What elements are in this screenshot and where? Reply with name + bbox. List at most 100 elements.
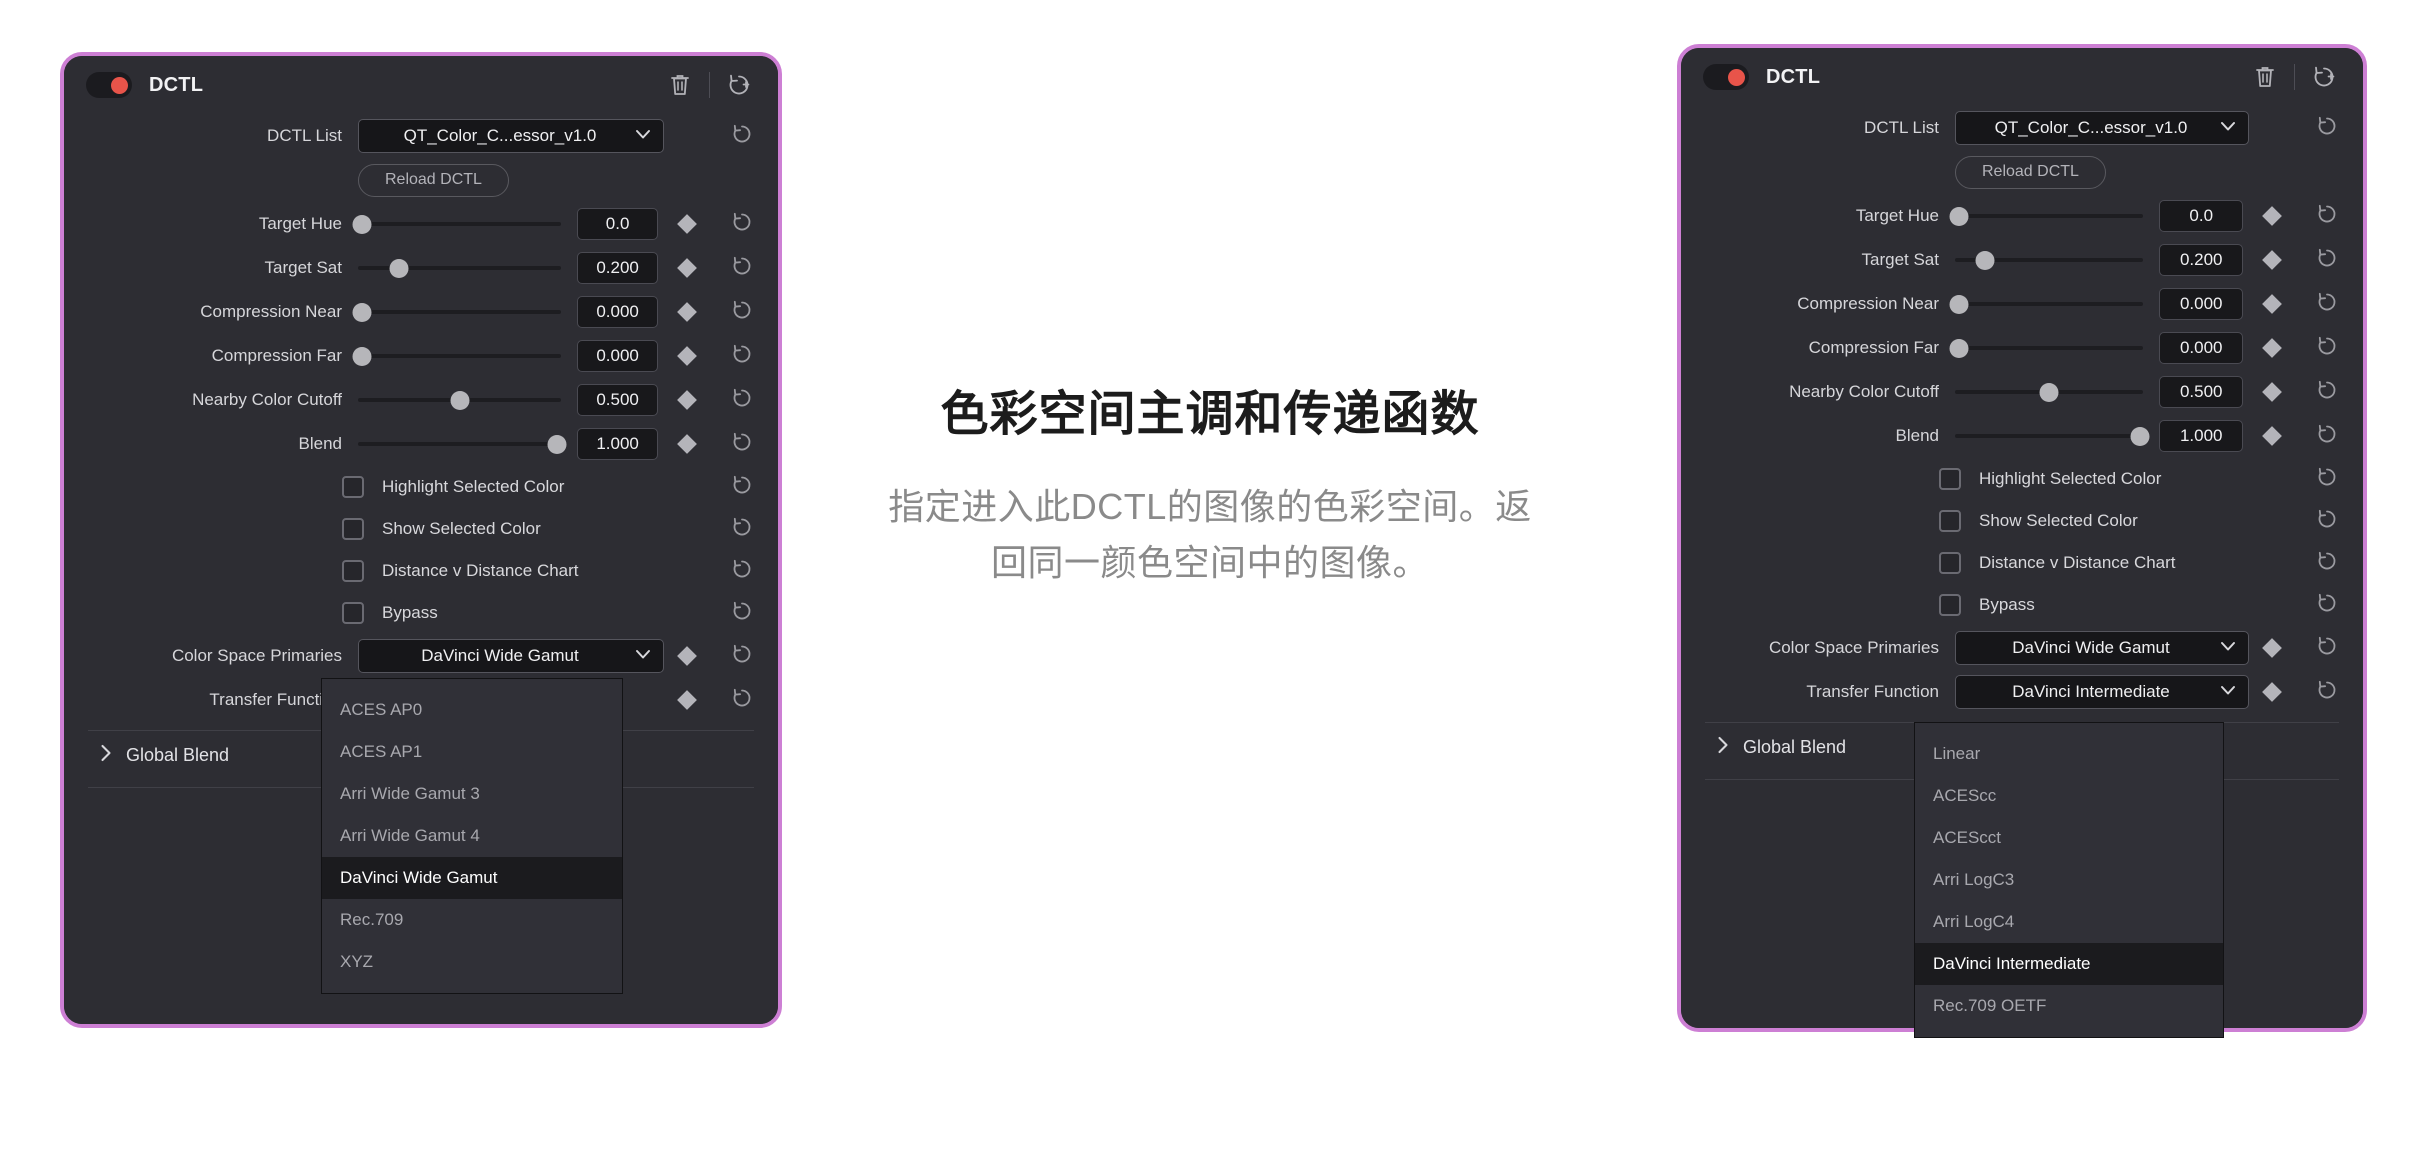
reset-icon[interactable] [730, 254, 754, 283]
slider-0[interactable] [352, 213, 562, 235]
slider-knob[interactable] [2039, 382, 2059, 402]
keyframe-diamond-icon[interactable] [677, 646, 697, 666]
slider-4[interactable] [358, 389, 562, 411]
slider-value-field[interactable]: 0.000 [2159, 332, 2243, 364]
keyframe-diamond-icon[interactable] [677, 302, 697, 322]
slider-knob[interactable] [1975, 250, 1995, 270]
slider-knob[interactable] [352, 214, 372, 234]
slider-knob[interactable] [1949, 206, 1969, 226]
keyframe-diamond-icon[interactable] [677, 390, 697, 410]
checkbox[interactable] [1939, 594, 1961, 616]
slider-value-field[interactable]: 1.000 [2159, 420, 2243, 452]
slider-knob[interactable] [352, 346, 372, 366]
slider-value-field[interactable]: 0.0 [577, 208, 658, 240]
slider-value-field[interactable]: 1.000 [577, 428, 658, 460]
menu-item[interactable]: Arri Wide Gamut 3 [322, 773, 622, 815]
reset-icon[interactable] [730, 386, 754, 415]
slider-knob[interactable] [1949, 338, 1969, 358]
slider-value-field[interactable]: 0.200 [577, 252, 658, 284]
reset-icon[interactable] [2315, 334, 2339, 363]
keyframe-diamond-icon[interactable] [2262, 382, 2282, 402]
trash-icon[interactable] [667, 72, 693, 98]
slider-value-field[interactable]: 0.000 [577, 340, 658, 372]
slider-value-field[interactable]: 0.0 [2159, 200, 2243, 232]
dctl-list-dropdown[interactable]: QT_Color_C...essor_v1.0 [358, 119, 664, 153]
reset-icon[interactable] [2315, 591, 2339, 620]
menu-item[interactable]: DaVinci Intermediate [1915, 943, 2223, 985]
reset-icon[interactable] [730, 122, 754, 151]
slider-value-field[interactable]: 0.000 [2159, 288, 2243, 320]
checkbox[interactable] [342, 560, 364, 582]
slider-knob[interactable] [1949, 294, 1969, 314]
checkbox[interactable] [342, 518, 364, 540]
keyframe-diamond-icon[interactable] [677, 346, 697, 366]
keyframe-diamond-icon[interactable] [2262, 682, 2282, 702]
keyframe-diamond-icon[interactable] [677, 258, 697, 278]
menu-item[interactable]: Rec.709 [322, 899, 622, 941]
transfer-function-dropdown[interactable]: DaVinci Intermediate [1955, 675, 2249, 709]
slider-value-field[interactable]: 0.500 [577, 384, 658, 416]
reset-icon[interactable] [2315, 507, 2339, 536]
keyframe-diamond-icon[interactable] [677, 214, 697, 234]
slider-knob[interactable] [352, 302, 372, 322]
menu-item[interactable]: DaVinci Wide Gamut [322, 857, 622, 899]
menu-item[interactable]: Arri LogC3 [1915, 859, 2223, 901]
menu-item[interactable]: ACEScct [1915, 817, 2223, 859]
slider-4[interactable] [1955, 381, 2144, 403]
color-space-primaries-dropdown[interactable]: DaVinci Wide Gamut [1955, 631, 2249, 665]
dctl-list-dropdown[interactable]: QT_Color_C...essor_v1.0 [1955, 111, 2249, 145]
slider-2[interactable] [352, 301, 562, 323]
menu-item[interactable]: Rec.709 OETF [1915, 985, 2223, 1027]
enable-toggle[interactable] [1703, 64, 1749, 90]
reset-icon[interactable] [730, 298, 754, 327]
slider-5[interactable] [358, 433, 567, 455]
reset-icon[interactable] [2315, 202, 2339, 231]
reset-icon[interactable] [2315, 246, 2339, 275]
menu-item[interactable]: ACES AP0 [322, 689, 622, 731]
enable-toggle[interactable] [86, 72, 132, 98]
checkbox[interactable] [342, 476, 364, 498]
reset-icon[interactable] [2315, 678, 2339, 707]
checkbox[interactable] [1939, 510, 1961, 532]
keyframe-diamond-icon[interactable] [2262, 426, 2282, 446]
checkbox[interactable] [1939, 468, 1961, 490]
reset-icon[interactable] [730, 342, 754, 371]
keyframe-diamond-icon[interactable] [677, 690, 697, 710]
reload-dctl-button[interactable]: Reload DCTL [358, 163, 509, 197]
keyframe-diamond-icon[interactable] [2262, 294, 2282, 314]
reset-icon[interactable] [2315, 465, 2339, 494]
reset-add-icon[interactable] [2311, 64, 2337, 90]
slider-value-field[interactable]: 0.200 [2159, 244, 2243, 276]
reset-icon[interactable] [730, 473, 754, 502]
keyframe-diamond-icon[interactable] [2262, 206, 2282, 226]
reset-icon[interactable] [2315, 422, 2339, 451]
slider-1[interactable] [1955, 249, 2144, 271]
slider-3[interactable] [352, 345, 562, 367]
reset-icon[interactable] [2315, 634, 2339, 663]
color-space-primaries-menu[interactable]: ACES AP0 ACES AP1 Arri Wide Gamut 3 Arri Wi… [321, 678, 623, 994]
reset-icon[interactable] [730, 210, 754, 239]
keyframe-diamond-icon[interactable] [2262, 250, 2282, 270]
reset-icon[interactable] [730, 557, 754, 586]
slider-knob[interactable] [547, 434, 567, 454]
reset-icon[interactable] [730, 599, 754, 628]
checkbox[interactable] [342, 602, 364, 624]
slider-value-field[interactable]: 0.500 [2159, 376, 2243, 408]
slider-value-field[interactable]: 0.000 [577, 296, 658, 328]
slider-5[interactable] [1955, 425, 2150, 447]
menu-item[interactable]: Linear [1915, 733, 2223, 775]
slider-3[interactable] [1949, 337, 2144, 359]
reset-icon[interactable] [730, 515, 754, 544]
keyframe-diamond-icon[interactable] [2262, 638, 2282, 658]
reset-icon[interactable] [730, 686, 754, 715]
reset-icon[interactable] [2315, 114, 2339, 143]
menu-item[interactable]: Arri Wide Gamut 4 [322, 815, 622, 857]
reset-icon[interactable] [2315, 549, 2339, 578]
color-space-primaries-dropdown[interactable]: DaVinci Wide Gamut [358, 639, 664, 673]
slider-knob[interactable] [389, 258, 409, 278]
reset-icon[interactable] [730, 642, 754, 671]
reset-add-icon[interactable] [726, 72, 752, 98]
keyframe-diamond-icon[interactable] [677, 434, 697, 454]
trash-icon[interactable] [2252, 64, 2278, 90]
reset-icon[interactable] [2315, 378, 2339, 407]
